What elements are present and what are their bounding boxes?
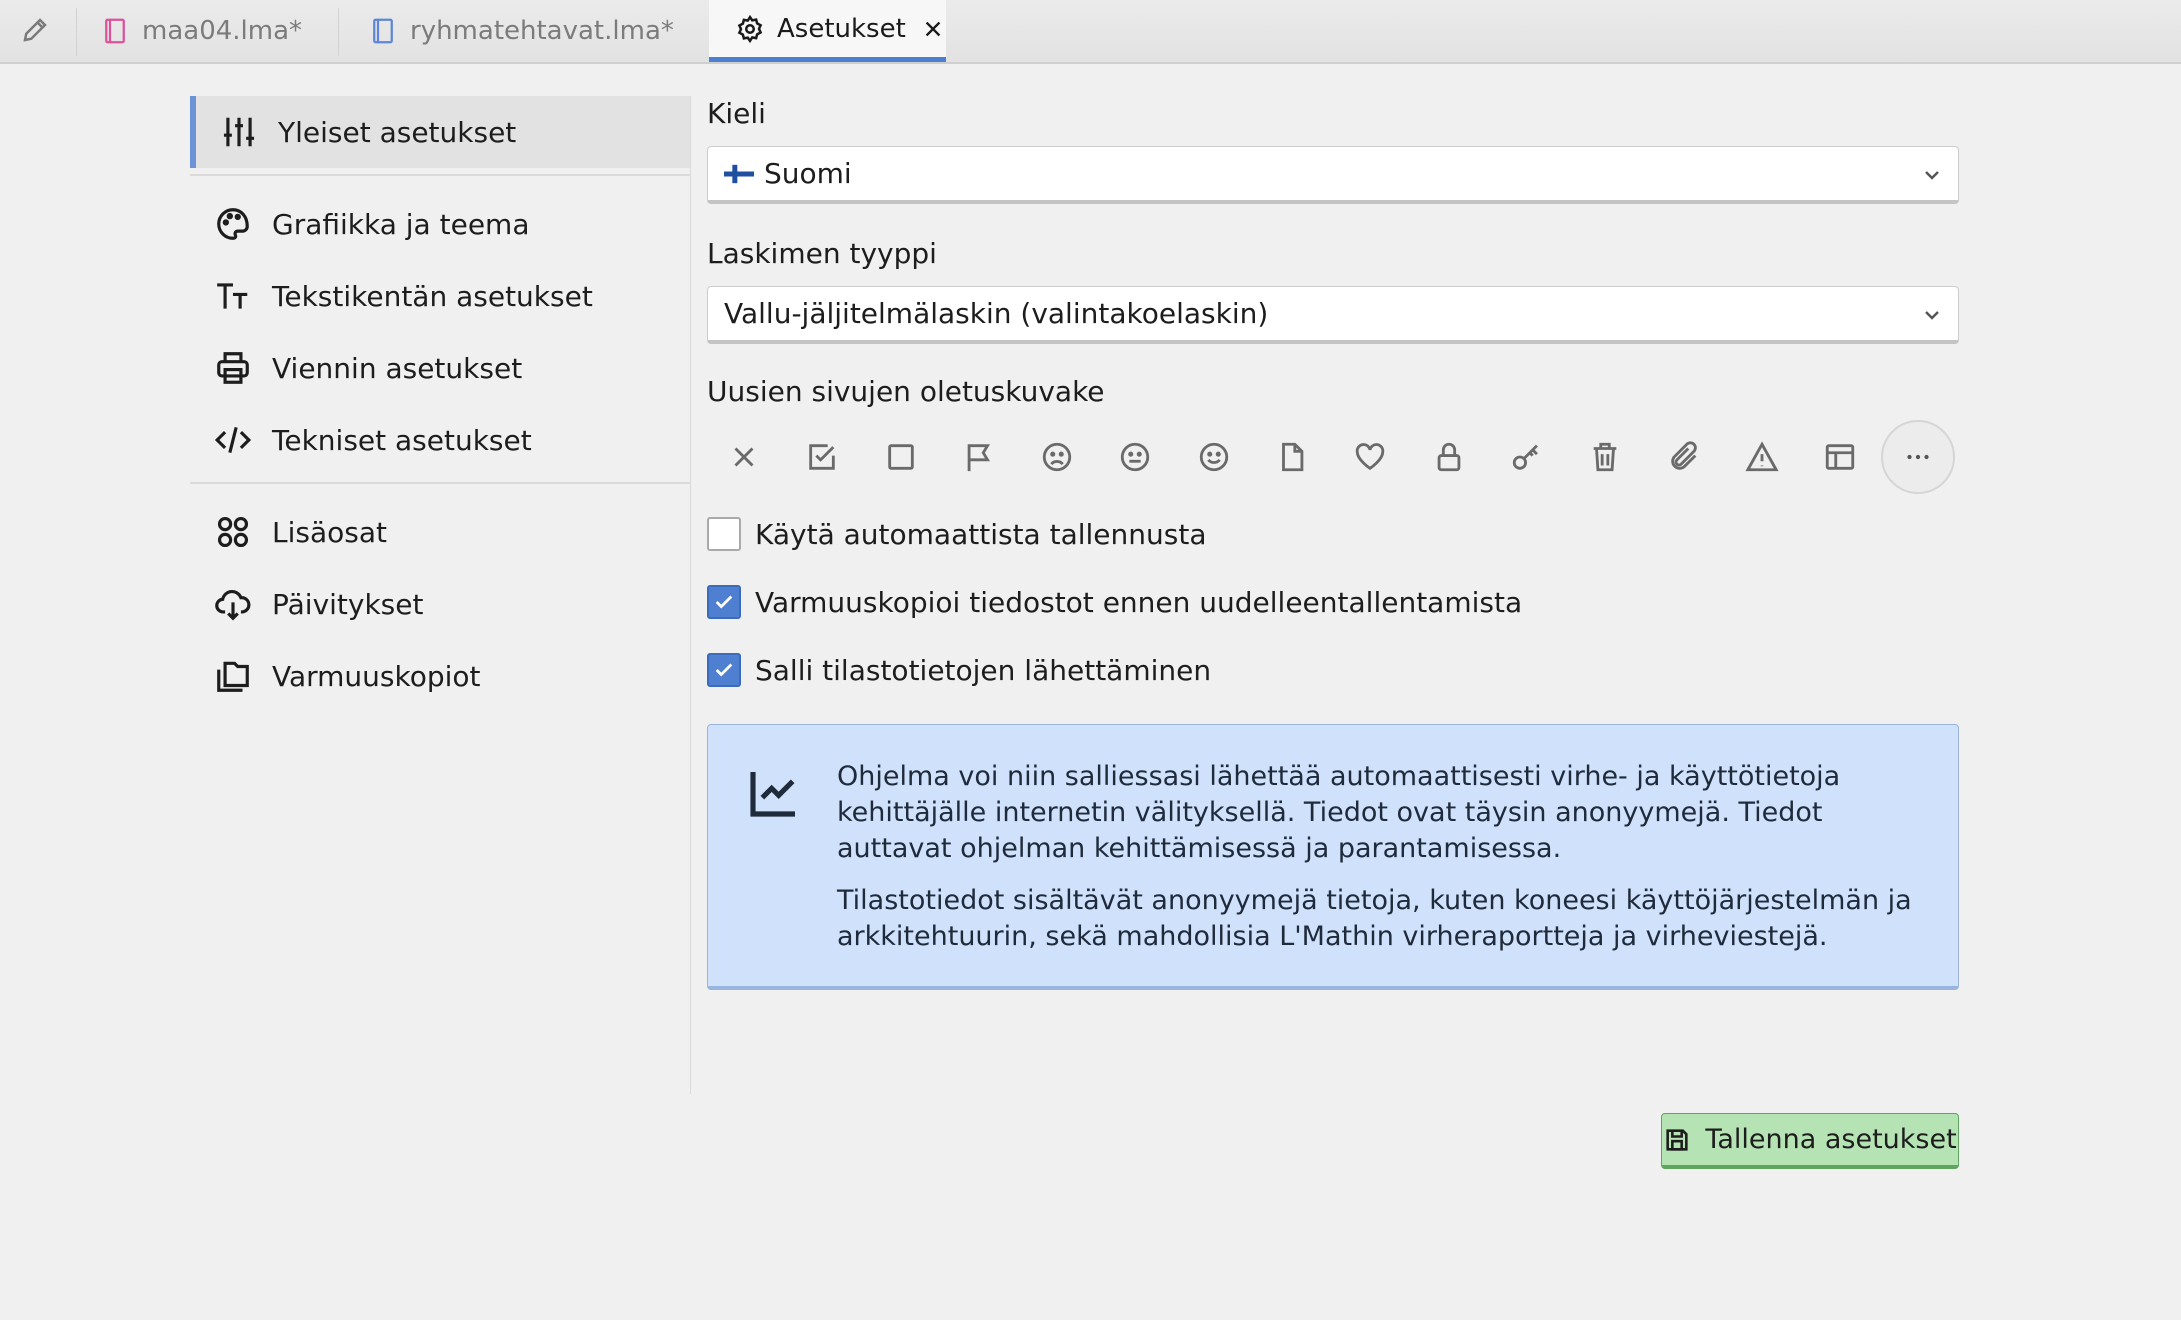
autosave-checkbox-row[interactable]: Käytä automaattista tallennusta: [707, 514, 1959, 554]
trash-icon[interactable]: [1568, 420, 1642, 494]
autosave-checkbox[interactable]: [707, 517, 741, 551]
autosave-label: Käytä automaattista tallennusta: [755, 517, 1207, 551]
calculator-type-select[interactable]: Vallu-jäljitelmälaskin (valintakoelaskin…: [707, 286, 1959, 344]
sidebar-border: [690, 96, 691, 1094]
default-page-icon-picker: [707, 420, 1959, 494]
statistics-info-box: Ohjelma voi niin salliessasi lähettää au…: [707, 724, 1959, 990]
sidebar-item-updates[interactable]: Päivitykset: [190, 568, 690, 640]
key-icon[interactable]: [1490, 420, 1564, 494]
checkmark-icon: [715, 663, 733, 677]
table-icon[interactable]: [1803, 420, 1877, 494]
sidebar-item-backups[interactable]: Varmuuskopiot: [190, 640, 690, 712]
flag-icon[interactable]: [942, 420, 1016, 494]
settings-sidebar: Yleiset asetukset Grafiikka ja teema Tek…: [190, 96, 690, 712]
tab-label: Asetukset: [777, 13, 906, 44]
frown-icon[interactable]: [1020, 420, 1094, 494]
more-icon[interactable]: [1881, 420, 1956, 494]
cloud-download-icon: [215, 589, 251, 621]
paperclip-icon[interactable]: [1647, 420, 1721, 494]
save-settings-label: Tallenna asetukset: [1705, 1124, 1957, 1155]
sidebar-item-label: Lisäosat: [272, 515, 387, 549]
default-page-icon-label: Uusien sivujen oletuskuvake: [707, 375, 1105, 408]
sidebar-divider: [190, 482, 690, 484]
sidebar-item-label: Viennin asetukset: [272, 351, 523, 385]
language-select[interactable]: Suomi: [707, 146, 1959, 204]
gear-icon: [737, 14, 763, 43]
sidebar-item-label: Yleiset asetukset: [278, 115, 517, 149]
language-label: Kieli: [707, 97, 766, 130]
checkmark-icon: [715, 595, 733, 609]
calculator-type-label: Laskimen tyyppi: [707, 237, 937, 270]
text-size-icon: [217, 283, 248, 309]
sidebar-item-technical[interactable]: Tekniset asetukset: [190, 404, 690, 476]
apps-icon: [217, 516, 249, 548]
warning-icon[interactable]: [1725, 420, 1799, 494]
sidebar-item-label: Grafiikka ja teema: [272, 207, 530, 241]
backup-before-save-checkbox[interactable]: [707, 585, 741, 619]
lock-icon[interactable]: [1412, 420, 1486, 494]
printer-icon: [217, 352, 249, 384]
square-icon[interactable]: [864, 420, 938, 494]
info-paragraph-1: Ohjelma voi niin salliessasi lähettää au…: [837, 761, 1841, 864]
tab-label: maa04.lma*: [142, 16, 303, 46]
tab-separator: [338, 8, 339, 56]
general-settings-panel: Kieli Suomi Laskimen tyyppi Vallu-jäljit…: [707, 96, 1959, 990]
pencil-icon[interactable]: [14, 10, 56, 50]
heart-icon[interactable]: [1333, 420, 1407, 494]
sidebar-item-general[interactable]: Yleiset asetukset: [190, 96, 690, 168]
x-icon[interactable]: [707, 420, 781, 494]
tab-label: ryhmatehtavat.lma*: [410, 16, 674, 46]
statistics-checkbox-row[interactable]: Salli tilastotietojen lähettäminen: [707, 650, 1959, 690]
tab-bar: maa04.lma* ryhmatehtavat.lma* Asetukset: [0, 0, 2181, 64]
statistics-checkbox[interactable]: [707, 653, 741, 687]
chevron-down-icon: [1925, 171, 1939, 180]
sidebar-item-label: Tekstikentän asetukset: [272, 279, 593, 313]
sidebar-divider: [190, 174, 690, 176]
tab-settings[interactable]: Asetukset: [709, 0, 946, 62]
sidebar-item-label: Varmuuskopiot: [272, 659, 481, 693]
document-icon[interactable]: [1255, 420, 1329, 494]
language-value: Suomi: [764, 157, 852, 190]
finland-flag-icon: [724, 164, 754, 183]
backup-before-save-checkbox-row[interactable]: Varmuuskopioi tiedostot ennen uudelleent…: [707, 582, 1959, 622]
calculator-type-value: Vallu-jäljitelmälaskin (valintakoelaskin…: [724, 297, 1269, 330]
neutral-face-icon[interactable]: [1098, 420, 1172, 494]
statistics-label: Salli tilastotietojen lähettäminen: [755, 653, 1212, 687]
backup-before-save-label: Varmuuskopioi tiedostot ennen uudelleent…: [755, 585, 1523, 619]
code-icon: [214, 426, 252, 454]
notebook-icon: [105, 18, 125, 44]
save-icon: [1666, 1128, 1688, 1151]
sidebar-item-label: Päivitykset: [272, 587, 424, 621]
tab-ryhmatehtavat[interactable]: ryhmatehtavat.lma*: [368, 0, 708, 62]
close-icon[interactable]: [922, 18, 944, 40]
sidebar-item-label: Tekniset asetukset: [272, 423, 532, 457]
tab-maa04[interactable]: maa04.lma*: [100, 0, 338, 62]
sidebar-item-export[interactable]: Viennin asetukset: [190, 332, 690, 404]
sliders-icon: [223, 117, 255, 147]
sidebar-item-addons[interactable]: Lisäosat: [190, 496, 690, 568]
chart-line-icon: [750, 772, 795, 817]
tab-separator: [76, 8, 77, 56]
sidebar-item-graphics[interactable]: Grafiikka ja teema: [190, 188, 690, 260]
backups-icon: [217, 661, 249, 692]
sidebar-item-textfield[interactable]: Tekstikentän asetukset: [190, 260, 690, 332]
checkbox-icon[interactable]: [785, 420, 859, 494]
info-paragraph-2: Tilastotiedot sisältävät anonyymejä tiet…: [837, 885, 1912, 952]
smile-icon[interactable]: [1177, 420, 1251, 494]
save-settings-button[interactable]: Tallenna asetukset: [1661, 1113, 1959, 1169]
notebook-icon: [373, 18, 393, 44]
palette-icon: [217, 208, 249, 240]
chevron-down-icon: [1925, 311, 1939, 320]
